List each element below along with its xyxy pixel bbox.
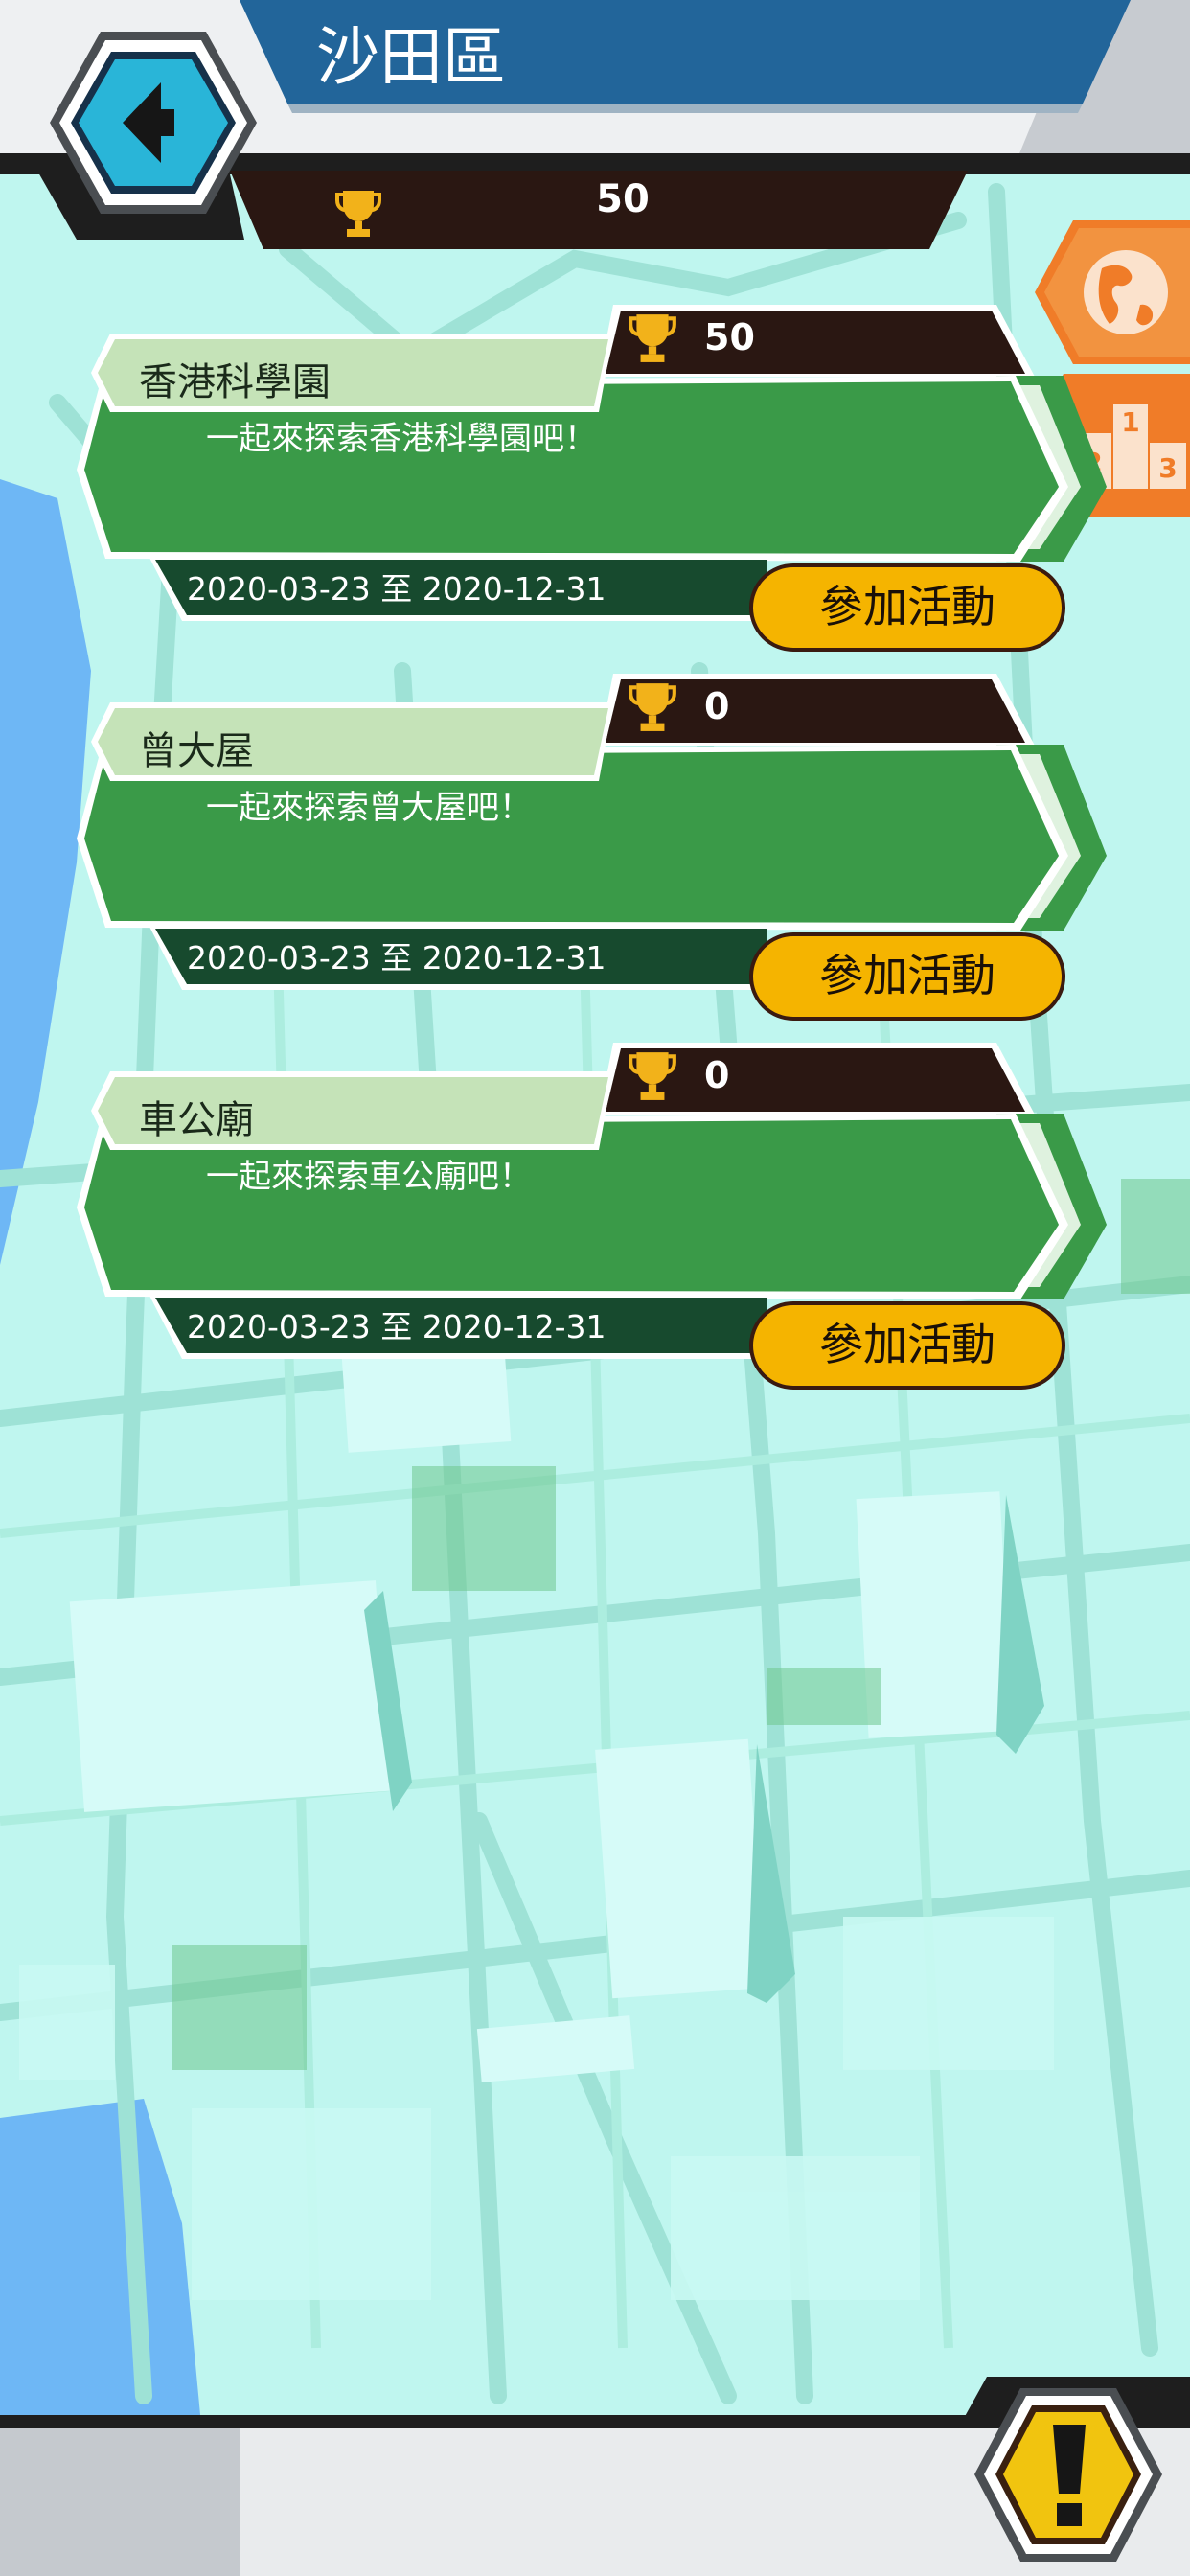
- alert-button[interactable]: [973, 2386, 1164, 2564]
- event-title: 車公廟: [139, 1098, 254, 1142]
- event-description: 一起來探索曾大屋吧！: [206, 789, 532, 827]
- svg-text:3: 3: [1158, 452, 1177, 484]
- event-points: 0: [704, 1054, 730, 1096]
- join-event-button[interactable]: 參加活動: [749, 1301, 1065, 1390]
- trophy-icon: [335, 191, 381, 237]
- event-title: 香港科學園: [139, 360, 331, 404]
- trophy-icon: [629, 1052, 676, 1100]
- total-score: 50: [596, 177, 650, 221]
- event-date-range: 2020-03-23 至 2020-12-31: [187, 1308, 606, 1346]
- back-button[interactable]: [48, 27, 259, 218]
- trophy-icon: [629, 683, 676, 731]
- event-card: 曾大屋 一起來探索曾大屋吧！ 0 2020-03-23 至 2020-12-31…: [77, 674, 1131, 1024]
- event-title: 曾大屋: [139, 729, 254, 773]
- exclamation-icon: [1053, 2425, 1086, 2526]
- event-description: 一起來探索車公廟吧！: [206, 1158, 532, 1196]
- event-date-range: 2020-03-23 至 2020-12-31: [187, 939, 606, 977]
- event-description: 一起來探索香港科學園吧！: [206, 420, 597, 458]
- event-card: 香港科學園 一起來探索香港科學園吧！ 50 2020-03-23 至 2020-…: [77, 305, 1131, 655]
- event-points: 50: [704, 316, 755, 358]
- join-event-button[interactable]: 參加活動: [749, 564, 1065, 652]
- page-title: 沙田區: [316, 20, 506, 94]
- event-date-range: 2020-03-23 至 2020-12-31: [187, 570, 606, 608]
- join-event-button[interactable]: 參加活動: [749, 932, 1065, 1021]
- event-points: 0: [704, 685, 730, 727]
- trophy-icon: [629, 314, 676, 362]
- event-card: 車公廟 一起來探索車公廟吧！ 0 2020-03-23 至 2020-12-31…: [77, 1043, 1131, 1392]
